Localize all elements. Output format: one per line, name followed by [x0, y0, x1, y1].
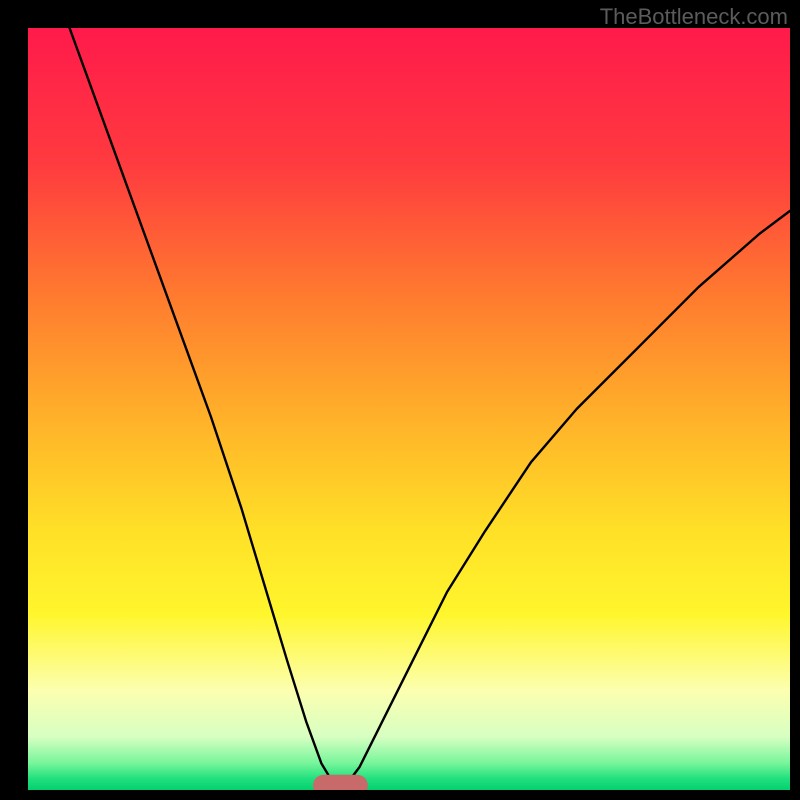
optimum-marker	[313, 775, 368, 790]
gradient-background	[28, 28, 790, 790]
chart-frame: TheBottleneck.com	[0, 0, 800, 800]
watermark-text: TheBottleneck.com	[600, 4, 788, 30]
plot-area	[28, 28, 790, 790]
chart-svg	[28, 28, 790, 790]
